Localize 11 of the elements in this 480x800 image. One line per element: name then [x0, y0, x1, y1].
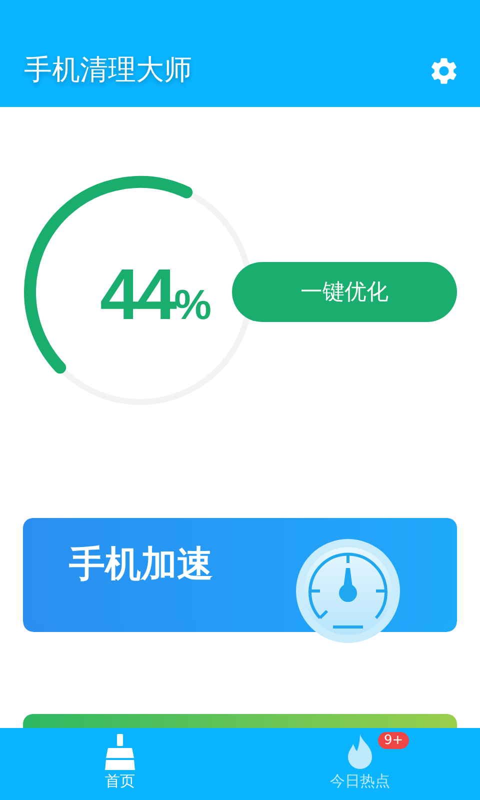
card-title: 手机加速 [69, 543, 213, 587]
broom-icon [104, 734, 136, 770]
notification-badge: 9+ [378, 732, 410, 749]
nav-tab[interactable]: 首页 [0, 728, 240, 800]
nav-tab[interactable]: 9+ 今日热点 [240, 728, 480, 800]
speed-up-card[interactable]: 手机加速 [23, 518, 457, 644]
app-title: 手机清理大师 [24, 52, 192, 88]
percent-value: 44 [100, 254, 174, 336]
percent-sign: % [174, 281, 212, 329]
optimize-button[interactable]: 一键优化 [232, 262, 457, 322]
speedometer-icon [295, 538, 401, 644]
